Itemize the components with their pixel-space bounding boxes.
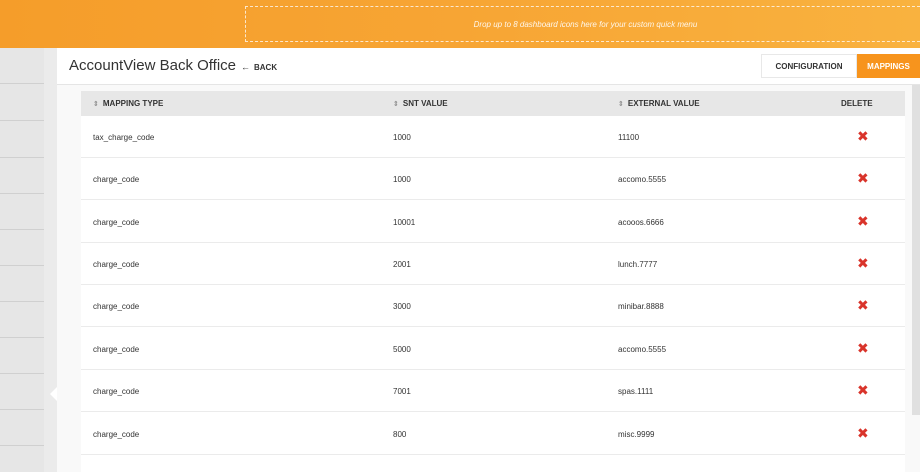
table-row: charge_code 7001 spas.1111 ✖ bbox=[81, 370, 905, 412]
tab-mappings[interactable]: MAPPINGS bbox=[857, 54, 920, 78]
cell-snt-value: 3000 bbox=[393, 302, 411, 311]
delete-x-icon[interactable]: ✖ bbox=[857, 382, 869, 399]
sidebar-divider bbox=[0, 301, 44, 302]
cell-mapping-type: charge_code bbox=[93, 430, 140, 439]
sidebar-divider bbox=[0, 229, 44, 230]
cell-mapping-type: charge_code bbox=[93, 260, 140, 269]
sidebar-divider bbox=[0, 265, 44, 266]
cell-external-value: spas.1111 bbox=[618, 387, 654, 396]
delete-x-icon[interactable]: ✖ bbox=[857, 255, 869, 272]
mappings-table: ⇕ MAPPING TYPE ⇕ SNT VALUE ⇕ EXTERNAL VALUE… bbox=[81, 91, 905, 472]
table-row: charge_code 5000 accomo.5555 ✖ bbox=[81, 328, 905, 370]
table-row: tax_charge_code 1000 11100 ✖ bbox=[81, 116, 905, 158]
cell-mapping-type: charge_code bbox=[93, 345, 140, 354]
cell-external-value: acooos.6666 bbox=[618, 218, 664, 227]
sidebar-divider bbox=[0, 373, 44, 374]
column-header-delete: DELETE bbox=[841, 99, 873, 108]
cell-external-value: misc.9999 bbox=[618, 430, 655, 439]
sidebar-divider bbox=[0, 193, 44, 194]
cell-external-value: lunch.7777 bbox=[618, 260, 658, 269]
sidebar-divider bbox=[0, 157, 44, 158]
cell-mapping-type: charge_code bbox=[93, 302, 140, 311]
sort-icon: ⇕ bbox=[393, 101, 399, 108]
cell-external-value: accomo.5555 bbox=[618, 345, 667, 354]
table-row: charge_code 1000 accomo.5555 ✖ bbox=[81, 158, 905, 200]
back-button[interactable]: ← BACK bbox=[241, 62, 277, 72]
cell-snt-value: 1000 bbox=[393, 133, 411, 142]
cell-snt-value: 10001 bbox=[393, 218, 416, 227]
quick-menu-dropzone[interactable]: Drop up to 8 dashboard icons here for yo… bbox=[245, 6, 920, 42]
sidebar-active-pointer bbox=[50, 387, 57, 401]
sidebar-divider bbox=[0, 409, 44, 410]
page-title: AccountView Back Office bbox=[69, 57, 237, 74]
table-row: charge_code 800 misc.9999 ✖ bbox=[81, 413, 905, 455]
tab-configuration[interactable]: CONFIGURATION bbox=[761, 54, 857, 78]
cell-external-value: accomo.5555 bbox=[618, 175, 667, 184]
cell-mapping-type: charge_code bbox=[93, 387, 140, 396]
cell-snt-value: 800 bbox=[393, 430, 407, 439]
main-panel: AccountView Back Office ← BACK CONFIGURAT… bbox=[57, 48, 920, 472]
page-scrollbar[interactable] bbox=[912, 85, 920, 415]
cell-mapping-type: charge_code bbox=[93, 175, 140, 184]
delete-x-icon[interactable]: ✖ bbox=[857, 213, 869, 230]
delete-x-icon[interactable]: ✖ bbox=[857, 340, 869, 357]
page-header: AccountView Back Office ← BACK CONFIGURAT… bbox=[57, 48, 920, 85]
column-header-external-value[interactable]: ⇕ EXTERNAL VALUE bbox=[618, 99, 700, 108]
column-header-snt-value[interactable]: ⇕ SNT VALUE bbox=[393, 99, 448, 108]
sidebar-divider bbox=[0, 445, 44, 446]
cell-external-value: minibar.8888 bbox=[618, 302, 664, 311]
cell-mapping-type: charge_code bbox=[93, 218, 140, 227]
sidebar-divider bbox=[0, 120, 44, 121]
sort-icon: ⇕ bbox=[618, 101, 624, 108]
cell-snt-value: 1000 bbox=[393, 175, 411, 184]
cell-snt-value: 2001 bbox=[393, 260, 411, 269]
arrow-left-icon: ← bbox=[241, 62, 250, 72]
delete-x-icon[interactable]: ✖ bbox=[857, 425, 869, 442]
table-header: ⇕ MAPPING TYPE ⇕ SNT VALUE ⇕ EXTERNAL VALUE… bbox=[81, 91, 905, 116]
sidebar-divider bbox=[0, 337, 44, 338]
delete-x-icon[interactable]: ✖ bbox=[857, 297, 869, 314]
top-bar: Drop up to 8 dashboard icons here for yo… bbox=[0, 0, 920, 48]
table-row: charge_code 10001 acooos.6666 ✖ bbox=[81, 201, 905, 243]
sidebar bbox=[0, 48, 44, 472]
delete-x-icon[interactable]: ✖ bbox=[857, 128, 869, 145]
sidebar-divider bbox=[0, 83, 44, 84]
cell-mapping-type: tax_charge_code bbox=[93, 133, 155, 142]
table-row: charge_code 2001 lunch.7777 ✖ bbox=[81, 243, 905, 285]
column-header-mapping-type[interactable]: ⇕ MAPPING TYPE bbox=[93, 99, 163, 108]
cell-snt-value: 5000 bbox=[393, 345, 411, 354]
cell-snt-value: 7001 bbox=[393, 387, 411, 396]
delete-x-icon[interactable]: ✖ bbox=[857, 170, 869, 187]
sort-icon: ⇕ bbox=[93, 101, 99, 108]
cell-external-value: 11100 bbox=[618, 133, 640, 142]
back-label: BACK bbox=[254, 63, 278, 72]
table-row: charge_code 3000 minibar.8888 ✖ bbox=[81, 285, 905, 327]
dropzone-text: Drop up to 8 dashboard icons here for yo… bbox=[473, 19, 698, 29]
